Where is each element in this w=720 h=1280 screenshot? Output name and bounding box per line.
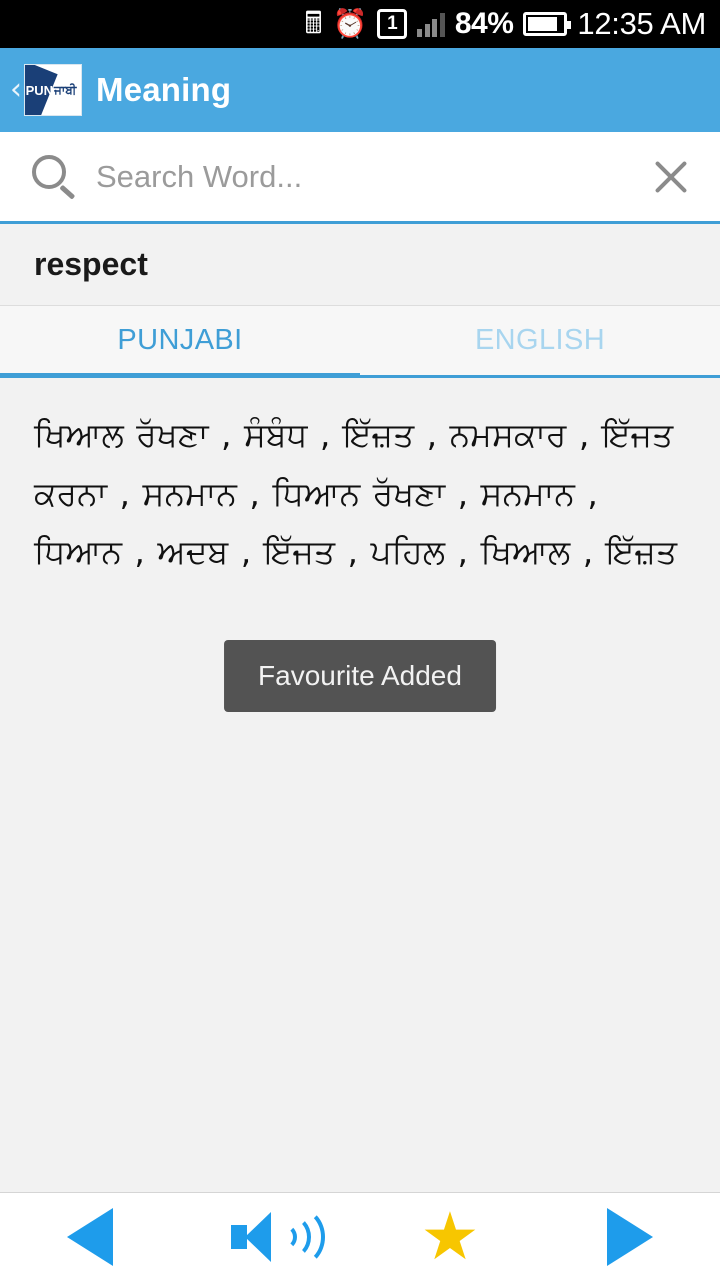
meaning-text: ਖਿਆਲ ਰੱਖਣਾ , ਸੰਬੰਧ , ਇੱਜ਼ਤ , ਨਮਸਕਾਰ , ਇੱ… — [34, 415, 678, 572]
speaker-icon — [231, 1206, 325, 1267]
search-input[interactable] — [96, 158, 644, 195]
star-icon: ★ — [420, 1197, 480, 1275]
language-tabs: PUNJABI ENGLISH — [0, 306, 720, 378]
signal-bars-icon — [417, 11, 445, 37]
page-title: Meaning — [96, 71, 232, 108]
close-icon[interactable] — [644, 150, 698, 204]
app-logo-text-2: ਜਾਬੀ — [54, 82, 77, 97]
alarm-icon: ⏰ — [332, 8, 368, 39]
app-screen: 🖩 ⏰ 1 84% 12:35 AM ‹ PUN ਜਾਬੀ Meaning re… — [0, 0, 720, 1280]
bottom-toolbar: ★ — [0, 1192, 720, 1280]
status-bar: 🖩 ⏰ 1 84% 12:35 AM — [0, 0, 720, 48]
search-bar — [0, 132, 720, 224]
status-clock: 12:35 AM — [577, 6, 706, 41]
back-icon[interactable]: ‹ — [6, 75, 24, 105]
app-bar: ‹ PUN ਜਾਬੀ Meaning — [0, 48, 720, 132]
word-header: respect — [0, 224, 720, 306]
search-icon — [28, 151, 80, 203]
battery-icon — [523, 12, 572, 36]
toast-message: Favourite Added — [224, 640, 496, 712]
content-area: ਖਿਆਲ ਰੱਖਣਾ , ਸੰਬੰਧ , ਇੱਜ਼ਤ , ਨਮਸਕਾਰ , ਇੱ… — [0, 378, 720, 1192]
next-arrow-icon — [607, 1207, 653, 1266]
next-button[interactable] — [540, 1193, 720, 1280]
sim-card-1-icon: 1 — [377, 9, 408, 39]
battery-percent-label: 84% — [454, 7, 514, 40]
bluetooth-icon: 🖩 — [304, 7, 323, 40]
app-logo-icon: PUN ਜਾਬੀ — [24, 64, 82, 116]
tab-punjabi[interactable]: PUNJABI — [0, 306, 360, 378]
previous-arrow-icon — [67, 1207, 113, 1266]
tab-english[interactable]: ENGLISH — [360, 306, 720, 375]
app-logo-text-1: PUN — [25, 82, 54, 98]
speak-button[interactable] — [180, 1193, 360, 1280]
previous-button[interactable] — [0, 1193, 180, 1280]
favourite-button[interactable]: ★ — [360, 1193, 540, 1280]
searched-word: respect — [34, 246, 148, 282]
